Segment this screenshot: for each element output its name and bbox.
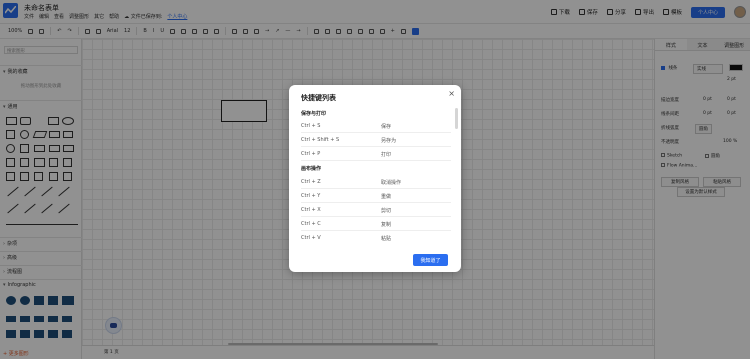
shortcut-desc: 另存为 [381,138,397,144]
shortcut-row: Ctrl + C 复制 [301,217,451,231]
shortcut-row: Ctrl + X 剪切 [301,203,451,217]
shortcut-row: Ctrl + V 粘贴 [301,231,451,245]
close-icon[interactable]: × [448,89,455,98]
shortcut-desc: 打印 [381,152,392,158]
shortcut-key: Ctrl + Y [301,193,321,199]
shortcut-key: Ctrl + V [301,235,321,241]
shortcut-dialog: 快捷键列表 × 保存与打印 Ctrl + S 保存 Ctrl + Shift +… [289,85,461,272]
got-it-button[interactable]: 我知道了 [413,254,448,266]
shortcut-row: Ctrl + Y 重做 [301,189,451,203]
shortcut-desc: 保存 [381,124,392,130]
shortcut-desc: 重做 [381,194,392,200]
shortcut-desc: 粘贴 [381,236,392,242]
shortcut-key: Ctrl + Shift + S [301,137,340,143]
shortcut-key: Ctrl + S [301,123,321,129]
dialog-scrollbar[interactable] [455,108,458,129]
shortcut-desc: 剪切 [381,208,392,214]
shortcut-row: Ctrl + Z 取消操作 [301,175,451,189]
shortcut-key: Ctrl + P [301,151,321,157]
shortcut-row: Ctrl + Shift + S 另存为 [301,133,451,147]
shortcut-key: Ctrl + C [301,221,321,227]
app-window: 未命名表单 文件 编辑 查看 调整图形 其它 帮助 ☁ 文件已保存到: 个人中心… [0,0,750,359]
shortcut-desc: 复制 [381,222,392,228]
shortcut-desc: 取消操作 [381,180,402,186]
shortcut-row: Ctrl + S 保存 [301,119,451,133]
section-title-canvas: 画布操作 [301,166,322,172]
section-title-save-print: 保存与打印 [301,111,327,117]
shortcut-key: Ctrl + Z [301,179,321,185]
dialog-title: 快捷键列表 [301,94,336,102]
shortcut-key: Ctrl + X [301,207,321,213]
shortcut-row: Ctrl + P 打印 [301,147,451,161]
